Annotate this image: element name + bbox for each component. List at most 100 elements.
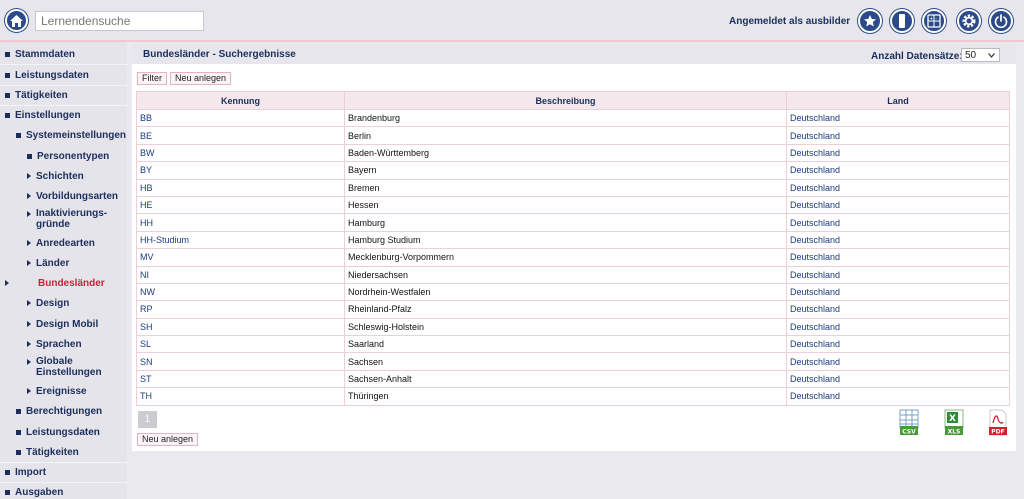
csv-export-icon[interactable]: CSV [898, 409, 920, 437]
table-row[interactable]: TH Thüringen Deutschland [136, 387, 1010, 406]
sidebar-item-ereignisse[interactable]: Ereignisse [27, 381, 87, 401]
cell-kennung[interactable]: HH [136, 213, 345, 232]
sidebar-item-vorbildungsarten[interactable]: Vorbildungsarten [27, 186, 118, 206]
cell-kennung[interactable]: SN [136, 352, 345, 371]
sidebar-item-design-mobil[interactable]: Design Mobil [27, 314, 98, 334]
bullet-icon [16, 449, 21, 455]
cell-kennung[interactable]: BY [136, 161, 345, 180]
sidebar-item-design[interactable]: Design [27, 293, 69, 313]
cell-land[interactable]: Deutschland [786, 126, 1010, 145]
pdf-export-icon[interactable]: PDF [987, 409, 1009, 437]
cell-beschreibung: Nordrhein-Westfalen [344, 282, 787, 302]
table-row[interactable]: ST Sachsen-Anhalt Deutschland [136, 369, 1010, 389]
cell-land[interactable]: Deutschland [786, 300, 1010, 319]
table-row[interactable]: MV Mecklenburg-Vorpommern Deutschland [136, 248, 1010, 267]
sidebar-item-laender[interactable]: Länder [27, 253, 69, 273]
table-row[interactable]: NI Niedersachsen Deutschland [136, 265, 1010, 284]
table-row[interactable]: HE Hessen Deutschland [136, 195, 1010, 215]
cell-kennung[interactable]: HB [136, 178, 345, 197]
table-row[interactable]: SH Schleswig-Holstein Deutschland [136, 317, 1010, 337]
sidebar-item-berechtigungen[interactable]: Berechtigungen [16, 401, 102, 421]
records-select[interactable]: 50 [961, 48, 1000, 62]
sidebar-item-leistungsdaten-2[interactable]: Leistungsdaten [16, 422, 100, 442]
cell-land[interactable]: Deutschland [786, 248, 1010, 267]
star-icon[interactable] [858, 9, 882, 33]
search-input[interactable] [35, 11, 204, 31]
sidebar-item-globale-einstellungen[interactable]: Globale Einstellungen [27, 356, 117, 380]
sidebar-item-import[interactable]: Import [5, 462, 46, 482]
cell-kennung[interactable]: HH-Studium [136, 230, 345, 250]
sidebar-item-schichten[interactable]: Schichten [27, 166, 84, 186]
filter-button[interactable]: Filter [137, 72, 167, 85]
table-row[interactable]: BY Bayern Deutschland [136, 161, 1010, 180]
column-header-land[interactable]: Land [786, 91, 1010, 110]
pagination-page[interactable]: 1 [138, 411, 157, 428]
table-row[interactable]: BW Baden-Württemberg Deutschland [136, 143, 1010, 163]
sidebar-active-marker [5, 273, 14, 293]
cell-kennung[interactable]: BB [136, 108, 345, 128]
sidebar-item-bundeslaender[interactable]: Bundesländer [38, 273, 105, 293]
sidebar-item-personentypen[interactable]: Personentypen [27, 146, 109, 166]
gear-icon[interactable] [957, 9, 981, 33]
new-button-bottom[interactable]: Neu anlegen [137, 433, 199, 446]
table-row[interactable]: NW Nordrhein-Westfalen Deutschland [136, 282, 1010, 302]
page-title: Bundesländer - Suchergebnisse [143, 49, 296, 60]
cell-kennung[interactable]: SL [136, 335, 345, 354]
table-row[interactable]: HB Bremen Deutschland [136, 178, 1010, 197]
cell-land[interactable]: Deutschland [786, 161, 1010, 180]
cell-kennung[interactable]: NI [136, 265, 345, 284]
new-button[interactable]: Neu anlegen [170, 72, 232, 85]
cell-kennung[interactable]: MV [136, 248, 345, 267]
table-row[interactable]: HH Hamburg Deutschland [136, 213, 1010, 232]
cell-kennung[interactable]: BW [136, 143, 345, 163]
cell-kennung[interactable]: SH [136, 317, 345, 337]
sidebar-item-taetigkeiten[interactable]: Tätigkeiten [5, 85, 68, 105]
calculator-icon[interactable]: + - [922, 9, 946, 33]
cell-land[interactable]: Deutschland [786, 195, 1010, 215]
triangle-right-icon [27, 388, 31, 394]
svg-text:PDF: PDF [991, 429, 1004, 436]
cell-land[interactable]: Deutschland [786, 352, 1010, 371]
cell-beschreibung: Sachsen [344, 352, 787, 371]
bullet-icon [27, 153, 32, 159]
sidebar-item-ausgaben[interactable]: Ausgaben [5, 482, 63, 499]
table-row[interactable]: SN Sachsen Deutschland [136, 352, 1010, 371]
cell-kennung[interactable]: RP [136, 300, 345, 319]
table-row[interactable]: HH-Studium Hamburg Studium Deutschland [136, 230, 1010, 250]
column-header-kennung[interactable]: Kennung [136, 91, 345, 110]
sidebar-item-einstellungen[interactable]: Einstellungen [5, 105, 81, 125]
sidebar-item-systemeinstellungen[interactable]: Systemeinstellungen [16, 125, 126, 145]
cell-kennung[interactable]: BE [136, 126, 345, 145]
cell-kennung[interactable]: TH [136, 387, 345, 406]
sidebar-item-anredearten[interactable]: Anredearten [27, 233, 95, 253]
cell-kennung[interactable]: NW [136, 282, 345, 302]
table-row[interactable]: BB Brandenburg Deutschland [136, 108, 1010, 128]
sidebar-item-inaktivierungsgruende[interactable]: Inaktivierungs-gründe [27, 208, 117, 232]
sidebar-item-leistungsdaten[interactable]: Leistungsdaten [5, 65, 89, 85]
table-row[interactable]: SL Saarland Deutschland [136, 335, 1010, 354]
table-row[interactable]: RP Rheinland-Pfalz Deutschland [136, 300, 1010, 319]
cell-land[interactable]: Deutschland [786, 265, 1010, 284]
cell-land[interactable]: Deutschland [786, 335, 1010, 354]
cell-land[interactable]: Deutschland [786, 387, 1010, 406]
cell-land[interactable]: Deutschland [786, 143, 1010, 163]
cell-land[interactable]: Deutschland [786, 369, 1010, 389]
sidebar-item-stammdaten[interactable]: Stammdaten [5, 44, 75, 64]
phone-icon[interactable] [890, 9, 914, 33]
cell-land[interactable]: Deutschland [786, 213, 1010, 232]
power-icon[interactable] [989, 9, 1013, 33]
xls-export-icon[interactable]: X XLS [943, 409, 965, 437]
cell-land[interactable]: Deutschland [786, 178, 1010, 197]
cell-land[interactable]: Deutschland [786, 282, 1010, 302]
column-header-beschreibung[interactable]: Beschreibung [344, 91, 787, 110]
sidebar-item-taetigkeiten-2[interactable]: Tätigkeiten [16, 442, 79, 462]
svg-text:XLS: XLS [948, 429, 961, 436]
cell-kennung[interactable]: ST [136, 369, 345, 389]
cell-kennung[interactable]: HE [136, 195, 345, 215]
home-icon[interactable] [5, 9, 28, 32]
cell-land[interactable]: Deutschland [786, 230, 1010, 250]
table-row[interactable]: BE Berlin Deutschland [136, 126, 1010, 145]
sidebar-item-sprachen[interactable]: Sprachen [27, 334, 82, 354]
cell-land[interactable]: Deutschland [786, 108, 1010, 128]
cell-land[interactable]: Deutschland [786, 317, 1010, 337]
